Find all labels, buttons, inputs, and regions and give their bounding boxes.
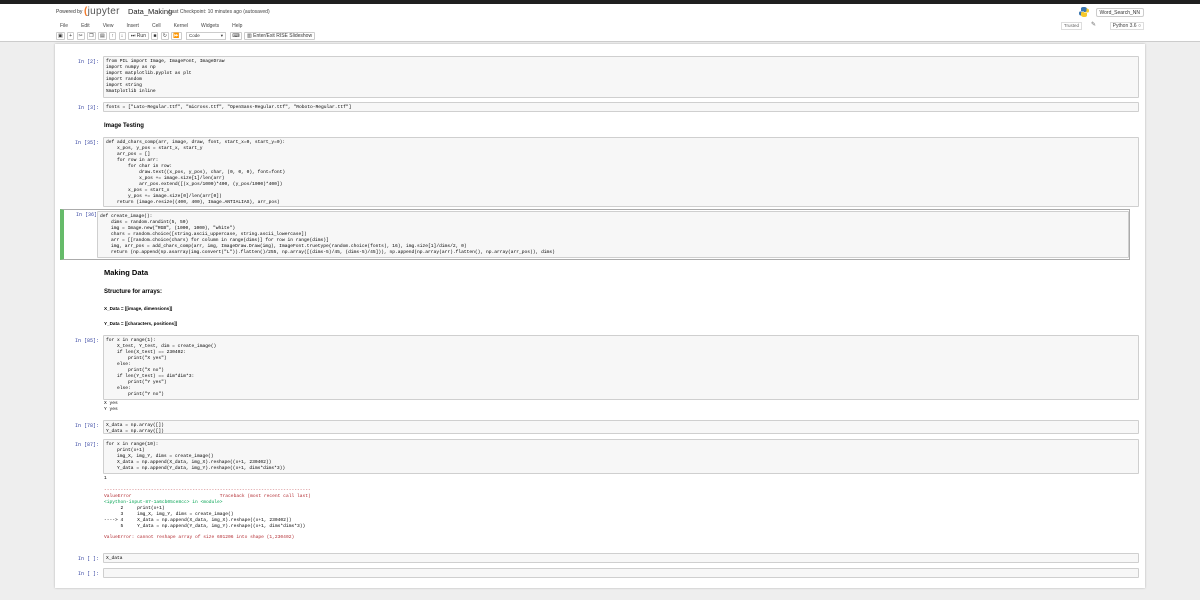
cut-button[interactable]: ✂: [76, 32, 85, 40]
code-cell[interactable]: In [35]: def add_chars_comp(arr, image, …: [61, 137, 1139, 207]
save-button[interactable]: ▣: [56, 32, 65, 40]
code-input[interactable]: def create_image(): dims = random.randin…: [97, 211, 1129, 258]
move-down-button[interactable]: ↓: [118, 32, 126, 40]
scissors-icon: ✂: [78, 33, 83, 39]
restart-run-all-button[interactable]: ⏩: [171, 32, 182, 40]
python-logo-icon: [1079, 7, 1089, 17]
bar-chart-icon: ▥: [247, 33, 252, 39]
clipboard-icon: ▤: [99, 33, 105, 39]
trusted-badge[interactable]: Trusted: [1060, 22, 1082, 30]
traceback-error: ValueError: cannot reshape array of size…: [104, 535, 295, 540]
cell-type-value: Code: [189, 33, 200, 38]
code-input[interactable]: X_data: [103, 553, 1139, 563]
jupyter-logo[interactable]: (jupyter: [84, 6, 120, 17]
run-button[interactable]: ⏭ Run: [127, 32, 149, 40]
markdown-text: Y_Data = [[characters, positions]]: [104, 321, 178, 326]
cell-output-stdout: 1: [104, 476, 107, 481]
toolbar: ▣ + ✂ ❐ ▤ ↑ ↓ ⏭ Run ■ ↻ ⏩ Code ▾ ⌨ ▥ Ente…: [56, 32, 1144, 41]
step-forward-icon: ⏭: [130, 33, 136, 39]
caret-down-icon: ▾: [220, 33, 224, 38]
cell-prompt: In [ ]:: [77, 556, 99, 562]
markdown-text: X_Data = [[image, dimensions]]: [104, 306, 173, 311]
rise-slideshow-button[interactable]: ▥ Enter/Exit RISE Slideshow: [244, 32, 316, 40]
plus-icon: +: [69, 33, 73, 39]
stop-icon: ■: [153, 33, 157, 39]
cell-prompt: In [3]:: [77, 105, 99, 111]
header-row: Powered by (jupyter Data_Making Last Che…: [56, 6, 1144, 20]
cell-prompt: In [35]:: [74, 140, 99, 146]
run-label: Run: [136, 33, 146, 39]
code-input[interactable]: def add_chars_comp(arr, image, draw, fon…: [103, 137, 1139, 207]
notebook-name[interactable]: Data_Making: [128, 7, 172, 16]
stop-button[interactable]: ■: [151, 32, 159, 40]
code-input[interactable]: from PIL import Image, ImageFont, ImageD…: [103, 56, 1139, 98]
kernel-name: Python 3.6: [1112, 23, 1137, 29]
code-cell[interactable]: In [ ]:: [61, 568, 1139, 578]
code-cell-selected[interactable]: In [36]: def create_image(): dims = rand…: [60, 209, 1130, 260]
paste-button[interactable]: ▤: [97, 32, 107, 40]
cell-prompt: In [78]:: [74, 423, 99, 429]
traceback-lines: 2 print(x+1) 3 img_X, img_Y, dims = crea…: [104, 506, 306, 530]
refresh-icon: ↻: [162, 33, 167, 39]
menu-kernel[interactable]: Kernel: [174, 21, 188, 31]
menubar: File Edit View Insert Cell Kernel Widgets Help …: [56, 21, 1144, 31]
markdown-heading: Structure for arrays:: [104, 289, 163, 295]
markdown-heading: Making Data: [104, 268, 149, 277]
code-cell[interactable]: In [ ]: X_data: [61, 553, 1139, 563]
code-input[interactable]: X_data = np.array([]) Y_data = np.array(…: [103, 420, 1139, 434]
code-input[interactable]: [103, 568, 1139, 578]
arrow-up-icon: ↑: [111, 33, 114, 39]
insert-cell-button[interactable]: +: [67, 32, 75, 40]
notebook-container: In [2]: from PIL import Image, ImageFont…: [55, 44, 1145, 588]
menu-help[interactable]: Help: [232, 21, 242, 31]
restart-button[interactable]: ↻: [160, 32, 169, 40]
markdown-cell[interactable]: Y_Data = [[characters, positions]]: [61, 321, 1139, 329]
cell-prompt: In [87]:: [74, 442, 99, 448]
markdown-cell[interactable]: Making Data: [61, 266, 1139, 280]
menu-widgets[interactable]: Widgets: [201, 21, 219, 31]
cell-prompt: In [36]:: [75, 212, 100, 218]
cell-prompt: In [2]:: [77, 59, 99, 65]
menu-edit[interactable]: Edit: [81, 21, 90, 31]
code-cell[interactable]: In [87]: for x in range(10): print(x+1) …: [61, 439, 1139, 544]
code-cell[interactable]: In [78]: X_data = np.array([]) Y_data = …: [61, 420, 1139, 434]
notebook-header: Powered by (jupyter Data_Making Last Che…: [0, 4, 1200, 42]
markdown-cell[interactable]: Structure for arrays:: [61, 289, 1139, 299]
rise-label: Enter/Exit RISE Slideshow: [253, 33, 313, 39]
kernel-indicator[interactable]: Python 3.6 ○: [1109, 22, 1144, 30]
keyboard-icon: ⌨: [232, 33, 240, 39]
menu-view[interactable]: View: [103, 21, 114, 31]
code-cell[interactable]: In [85]: for x in range(1): X_test, Y_te…: [61, 335, 1139, 415]
move-up-button[interactable]: ↑: [109, 32, 117, 40]
code-input[interactable]: for x in range(10): print(x+1) img_X, im…: [103, 439, 1139, 474]
copy-icon: ❐: [89, 33, 94, 39]
code-input[interactable]: for x in range(1): X_test, Y_test, dim =…: [103, 335, 1139, 400]
copy-button[interactable]: ❐: [87, 32, 96, 40]
code-input[interactable]: fonts = ["Lato-Regular.ttf", "micross.tt…: [103, 102, 1139, 112]
menu-file[interactable]: File: [60, 21, 68, 31]
user-button[interactable]: Word_Search_NN: [1095, 8, 1144, 17]
jupyter-logo-text: jupyter: [87, 6, 120, 17]
command-palette-button[interactable]: ⌨: [230, 32, 242, 40]
markdown-cell[interactable]: Image Testing: [61, 122, 1139, 134]
code-cell[interactable]: In [2]: from PIL import Image, ImageFont…: [61, 56, 1139, 98]
cell-type-select[interactable]: Code ▾: [186, 32, 227, 40]
cell-prompt: In [85]:: [74, 338, 99, 344]
markdown-heading: Image Testing: [104, 123, 144, 129]
cell-output: X yes Y yes: [104, 401, 118, 413]
floppy-disk-icon: ▣: [58, 33, 63, 39]
markdown-cell[interactable]: X_Data = [[image, dimensions]]: [61, 306, 1139, 314]
fast-forward-icon: ⏩: [173, 33, 180, 39]
menu-cell[interactable]: Cell: [152, 21, 161, 31]
checkpoint-status: Last Checkpoint: 10 minutes ago (autosav…: [169, 9, 270, 15]
edit-mode-pencil-icon: ✎: [1090, 22, 1096, 28]
powered-by-label: Powered by: [56, 9, 83, 15]
menu-insert[interactable]: Insert: [126, 21, 139, 31]
code-cell[interactable]: In [3]: fonts = ["Lato-Regular.ttf", "mi…: [61, 102, 1139, 112]
arrow-down-icon: ↓: [120, 33, 124, 39]
cell-prompt: In [ ]:: [77, 571, 99, 577]
